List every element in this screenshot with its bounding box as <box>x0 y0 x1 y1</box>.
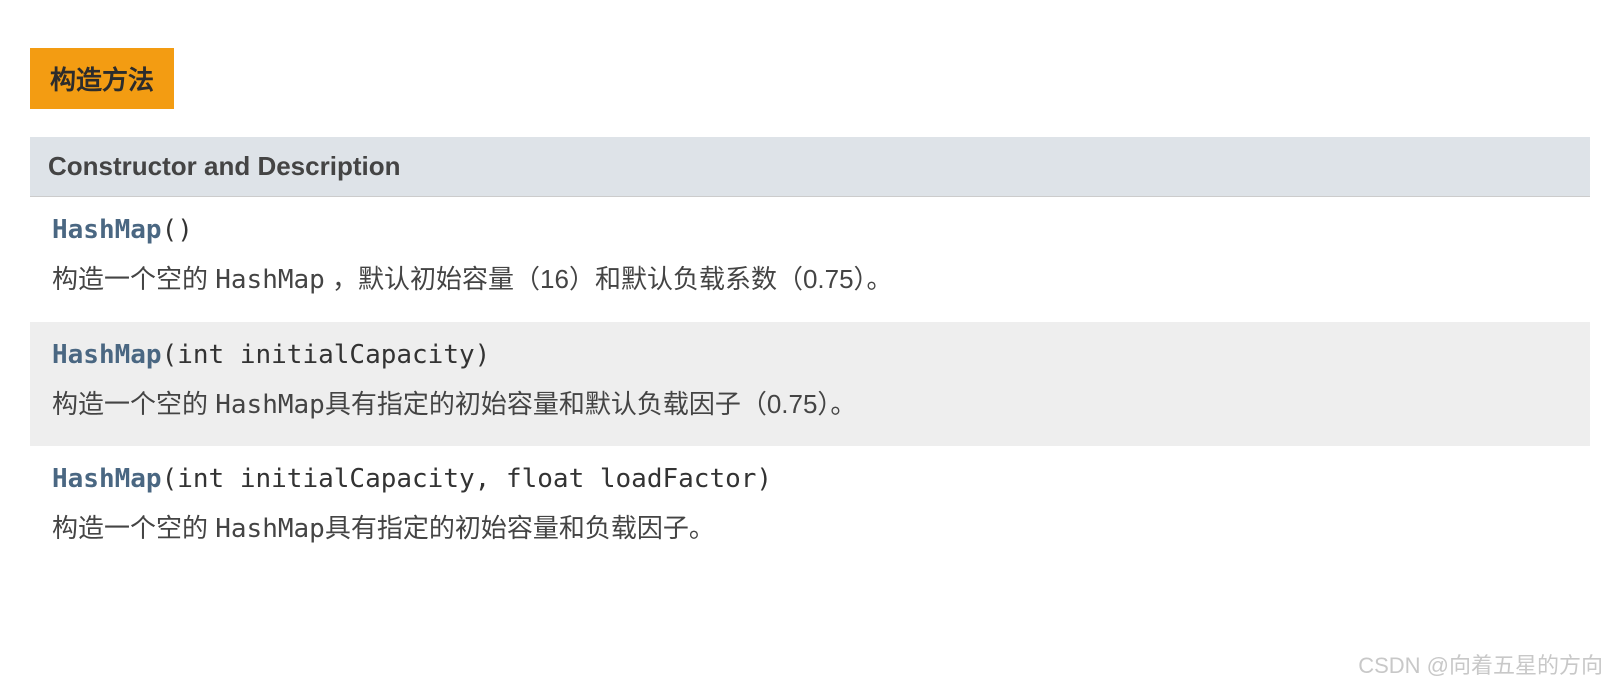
constructor-description: 构造一个空的 HashMap具有指定的初始容量和默认负载因子（0.75）。 <box>52 384 1568 427</box>
desc-text: ，默认初始容量（16）和默认负载系数（0.75）。 <box>325 264 893 294</box>
constructor-params: (int initialCapacity) <box>162 340 491 370</box>
table-row: HashMap() 构造一个空的 HashMap ，默认初始容量（16）和默认负… <box>30 197 1590 322</box>
constructor-table: Constructor and Description HashMap() 构造… <box>30 137 1590 571</box>
desc-text: 构造一个空的 <box>52 513 215 543</box>
watermark: CSDN @向着五星的方向 <box>1358 648 1603 680</box>
desc-code: HashMap <box>215 265 325 295</box>
desc-text: 具有指定的初始容量和负载因子。 <box>325 513 715 543</box>
constructor-description: 构造一个空的 HashMap具有指定的初始容量和负载因子。 <box>52 508 1568 551</box>
constructor-params: () <box>162 215 193 245</box>
constructor-description: 构造一个空的 HashMap ，默认初始容量（16）和默认负载系数（0.75）。 <box>52 259 1568 302</box>
desc-code: HashMap <box>215 390 325 420</box>
desc-code: HashMap <box>215 514 325 544</box>
desc-text: 具有指定的初始容量和默认负载因子（0.75）。 <box>325 389 857 419</box>
constructor-signature: HashMap(int initialCapacity) <box>52 340 1568 370</box>
constructor-link[interactable]: HashMap <box>52 215 162 245</box>
constructor-signature: HashMap(int initialCapacity, float loadF… <box>52 464 1568 494</box>
desc-text: 构造一个空的 <box>52 389 215 419</box>
section-badge: 构造方法 <box>30 48 174 109</box>
constructor-signature: HashMap() <box>52 215 1568 245</box>
constructor-params: (int initialCapacity, float loadFactor) <box>162 464 772 494</box>
desc-text: 构造一个空的 <box>52 264 215 294</box>
constructor-link[interactable]: HashMap <box>52 340 162 370</box>
table-row: HashMap(int initialCapacity, float loadF… <box>30 446 1590 571</box>
constructor-link[interactable]: HashMap <box>52 464 162 494</box>
table-row: HashMap(int initialCapacity) 构造一个空的 Hash… <box>30 322 1590 447</box>
table-header: Constructor and Description <box>30 137 1590 197</box>
